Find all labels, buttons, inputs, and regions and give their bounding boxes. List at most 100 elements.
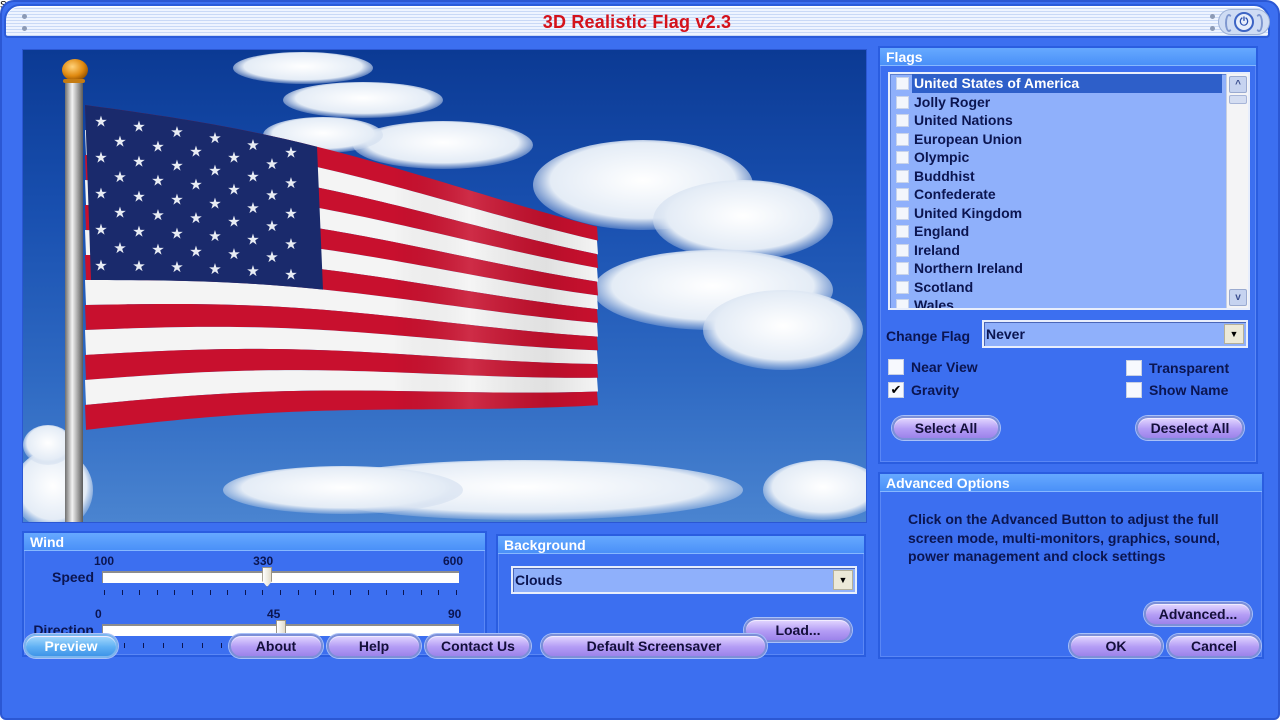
flag-item-label: Ireland <box>914 241 960 258</box>
change-flag-select[interactable]: Never ▼ <box>982 320 1248 348</box>
slider-tick <box>403 590 405 595</box>
advanced-options-header: Advanced Options <box>880 474 1262 492</box>
cancel-button[interactable]: Cancel <box>1167 634 1261 658</box>
flag-list-item[interactable]: Scotland <box>890 278 1248 297</box>
checkbox-box[interactable] <box>888 359 904 375</box>
title-bar[interactable]: 3D Realistic Flag v2.3 ⏻ <box>4 4 1270 38</box>
flag-list-item[interactable]: United Kingdom <box>890 204 1248 223</box>
checkmark-icon[interactable]: ✔ <box>888 382 904 398</box>
flag-list-item[interactable]: Confederate <box>890 185 1248 204</box>
speed-slider[interactable] <box>102 567 459 587</box>
speed-min-label: 100 <box>94 554 115 568</box>
dropdown-arrow-icon[interactable]: ▼ <box>1224 324 1244 344</box>
cloud <box>653 180 833 260</box>
power-icon: ⏻ <box>1234 12 1254 32</box>
flag-checkbox[interactable] <box>896 114 909 127</box>
ok-button[interactable]: OK <box>1069 634 1163 658</box>
flag-checkbox[interactable] <box>896 225 909 238</box>
speed-slider-thumb[interactable] <box>262 567 273 587</box>
finial-collar <box>63 79 85 83</box>
near-view-label: Near View <box>911 359 978 375</box>
gravity-label: Gravity <box>911 382 960 398</box>
flag-checkbox[interactable] <box>896 299 909 308</box>
flag-checkbox[interactable] <box>896 169 909 183</box>
slider-tick <box>368 590 369 595</box>
scroll-up-button[interactable]: ^ <box>1229 76 1247 93</box>
slider-tick <box>123 643 125 648</box>
flag-checkbox[interactable] <box>896 132 909 146</box>
flag-checkbox[interactable] <box>896 262 909 275</box>
slider-tick <box>332 590 334 595</box>
flag-item-label: Scotland <box>914 278 974 295</box>
advanced-description: Click on the Advanced Button to adjust t… <box>908 511 1220 564</box>
select-all-button[interactable]: Select All <box>892 416 1000 440</box>
flag-scene: ★★★★★★★★★★★★★★★★★★★★★★★★★★★★★★★★★★★★★★★★… <box>23 52 866 522</box>
scroll-thumb[interactable] <box>1229 95 1247 104</box>
background-value: Clouds <box>515 572 563 588</box>
chevron-down-icon: v <box>1235 292 1241 303</box>
flags-panel: Flags United States of America Jolly Roge… <box>878 46 1258 464</box>
slider-tick <box>182 643 184 648</box>
show-name-checkbox[interactable]: Show Name <box>1126 382 1228 398</box>
preview-button[interactable]: Preview <box>24 634 118 658</box>
near-view-checkbox[interactable]: Near View <box>888 359 978 375</box>
flag-checkbox[interactable] <box>896 95 909 109</box>
show-name-label: Show Name <box>1149 382 1229 398</box>
flag-list-scrollbar[interactable]: ^ v <box>1226 74 1248 308</box>
transparent-label: Transparent <box>1149 360 1230 376</box>
flag-list-item[interactable]: United Nations <box>890 111 1248 130</box>
flag-list-item[interactable]: Ireland <box>890 241 1248 260</box>
deselect-all-button[interactable]: Deselect All <box>1136 416 1244 440</box>
scroll-down-button[interactable]: v <box>1229 289 1247 306</box>
flag-list-item[interactable]: Wales <box>890 296 1248 308</box>
flag-checkbox[interactable] <box>896 280 909 294</box>
flag-list-item[interactable]: Northern Ireland <box>890 259 1248 278</box>
flag-list-item[interactable]: United States of America <box>890 74 1248 93</box>
cloud <box>353 121 533 169</box>
flag-listbox[interactable]: United States of America Jolly Roger Unite… <box>888 72 1250 310</box>
flag-checkbox[interactable] <box>896 188 909 201</box>
window-title: 3D Realistic Flag v2.3 <box>542 12 732 32</box>
close-power-button[interactable]: ⏻ <box>1218 9 1270 35</box>
flag-item-label: England <box>914 223 970 239</box>
flags-header: Flags <box>880 48 1256 66</box>
checkbox-box[interactable] <box>1126 360 1142 376</box>
chevron-up-icon: ^ <box>1235 79 1241 90</box>
gravity-checkbox[interactable]: ✔ Gravity <box>888 382 959 398</box>
change-flag-value: Never <box>986 326 1025 342</box>
transparent-checkbox[interactable]: Transparent <box>1126 360 1229 376</box>
slider-tick <box>280 590 281 595</box>
contact-us-button[interactable]: Contact Us <box>425 634 531 658</box>
cloud <box>283 82 443 118</box>
direction-max-label: 90 <box>448 607 462 621</box>
slider-tick <box>385 590 387 595</box>
slider-tick <box>438 590 440 595</box>
flag-list-item[interactable]: Jolly Roger <box>890 93 1248 112</box>
dropdown-arrow-icon[interactable]: ▼ <box>833 570 853 590</box>
speed-value-label: 330 <box>253 554 274 568</box>
flag-list-item[interactable]: Olympic <box>890 148 1248 167</box>
slider-tick <box>174 590 176 595</box>
cloud <box>703 290 863 370</box>
advanced-options-panel: Advanced Options Click on the Advanced B… <box>878 472 1264 659</box>
checkbox-box[interactable] <box>1126 382 1142 398</box>
cloud <box>223 466 463 514</box>
flag-item-label: European Union <box>914 130 1023 147</box>
flag-pole <box>65 80 83 522</box>
wind-header: Wind <box>24 533 485 551</box>
advanced-button[interactable]: Advanced... <box>1144 602 1252 626</box>
flag-list-item[interactable]: European Union <box>890 130 1248 149</box>
flag-list-item[interactable]: England <box>890 222 1248 241</box>
flag-checkbox[interactable] <box>896 206 909 220</box>
flag-list-item[interactable]: Buddhist <box>890 167 1248 186</box>
background-select[interactable]: Clouds ▼ <box>511 566 857 594</box>
flag-checkbox[interactable] <box>896 151 909 164</box>
direction-value-label: 45 <box>267 607 281 621</box>
flag-checkbox[interactable] <box>896 243 909 257</box>
flag-checkbox[interactable] <box>896 77 909 90</box>
arc-decoration <box>1255 14 1263 32</box>
about-button[interactable]: About <box>229 634 323 658</box>
grip-icon <box>1210 12 1215 32</box>
default-screensaver-button[interactable]: Default Screensaver <box>541 634 767 658</box>
help-button[interactable]: Help <box>327 634 421 658</box>
